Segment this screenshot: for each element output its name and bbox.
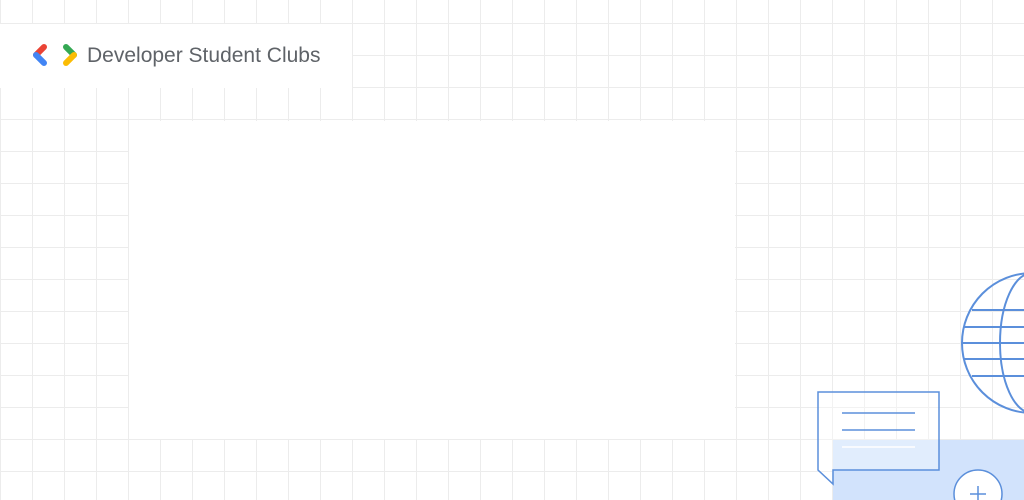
chat-bubble-icon	[817, 391, 940, 486]
brand-name: Developer Student Clubs	[87, 44, 321, 67]
globe-icon	[961, 272, 1024, 414]
dsc-brackets-logo-icon	[33, 44, 77, 66]
header-bar: Developer Student Clubs	[0, 24, 352, 88]
add-card-icon	[833, 440, 1024, 500]
content-panel	[129, 121, 735, 439]
